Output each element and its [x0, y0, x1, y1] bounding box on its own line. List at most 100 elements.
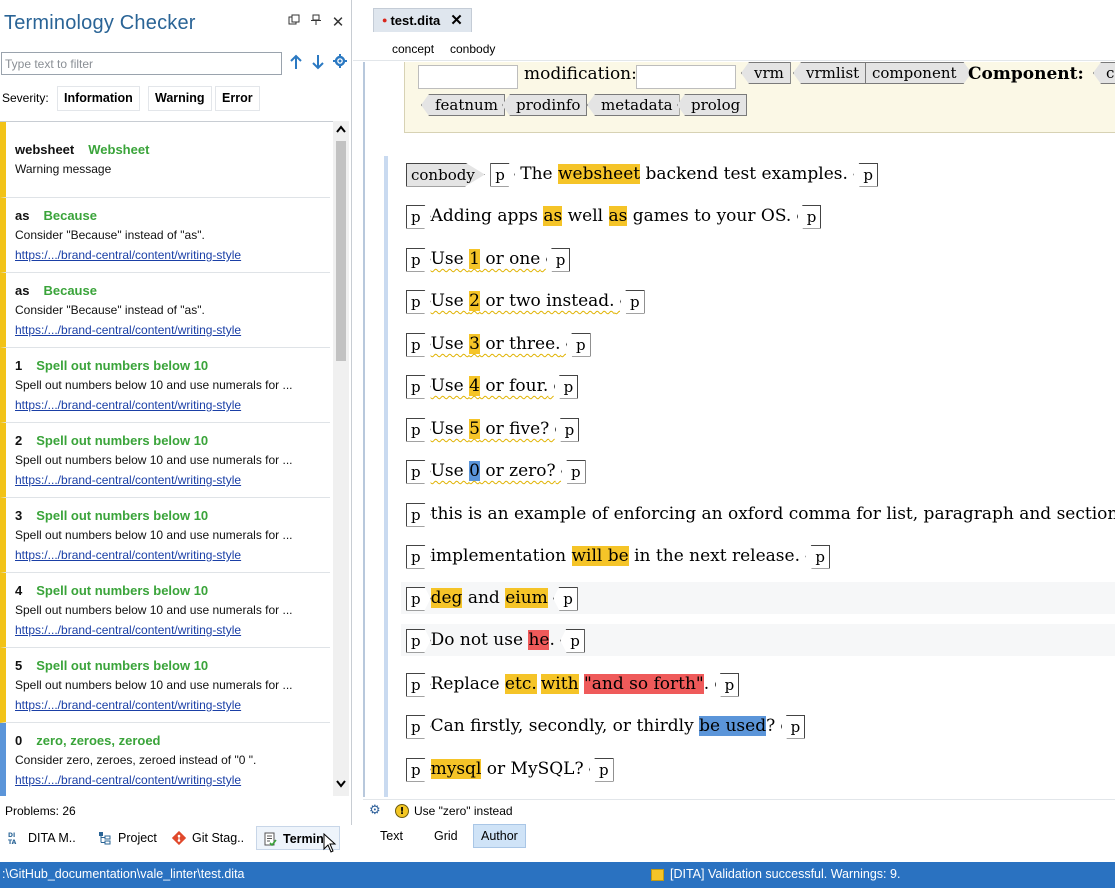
p-end-tag[interactable]: p: [565, 332, 591, 357]
tag-component-start[interactable]: component: [865, 62, 972, 84]
tag-cut-off[interactable]: cc: [1093, 62, 1115, 84]
highlight-warning[interactable]: 5: [469, 419, 480, 439]
paragraph-line[interactable]: p Replace etc. with "and so forth". p: [406, 669, 740, 699]
highlight-info-selected[interactable]: 0: [469, 461, 480, 481]
conbody-start-tag[interactable]: conbody: [406, 162, 485, 187]
editor-tab-test-dita[interactable]: ● test.dita ✕: [373, 8, 472, 32]
p-start-tag[interactable]: p: [490, 162, 515, 187]
tab-dita-maps[interactable]: DI TA DITA M..: [2, 826, 76, 850]
scroll-down-icon[interactable]: [333, 778, 349, 794]
p-start-tag[interactable]: p: [406, 628, 431, 653]
paragraph-line[interactable]: p this is an example of enforcing an oxfo…: [406, 499, 1115, 529]
author-editor[interactable]: modification: vrm vrmlist component Comp…: [363, 62, 1115, 797]
problem-item[interactable]: websheet Websheet Warning message: [0, 122, 330, 198]
p-end-tag[interactable]: p: [561, 459, 586, 484]
tag-metadata-end[interactable]: metadata: [587, 94, 680, 116]
p-start-tag[interactable]: p: [406, 544, 431, 569]
tab-git-staging[interactable]: Git Stag..: [166, 826, 244, 850]
p-end-tag[interactable]: p: [560, 628, 585, 653]
p-end-tag[interactable]: p: [714, 672, 740, 697]
modification-input[interactable]: [636, 65, 736, 89]
highlight-error[interactable]: "and so forth": [583, 674, 704, 694]
paragraph-line[interactable]: p Use 0 or zero? p: [406, 456, 586, 486]
p-end-tag[interactable]: p: [554, 417, 580, 442]
severity-information-button[interactable]: Information: [57, 86, 140, 111]
breadcrumb-conbody[interactable]: conbody: [450, 42, 495, 56]
p-end-tag[interactable]: p: [796, 204, 822, 229]
problem-link[interactable]: https:/.../brand-central/content/writing…: [15, 623, 241, 637]
validation-status[interactable]: [DITA] Validation successful. Warnings: …: [670, 867, 900, 881]
problem-link[interactable]: https:/.../brand-central/content/writing…: [15, 398, 241, 412]
problem-item[interactable]: as Because Consider "Because" instead of …: [0, 198, 330, 273]
tag-vrm-end[interactable]: vrm: [741, 62, 791, 84]
highlight-warning[interactable]: 3: [469, 334, 480, 354]
paragraph-line[interactable]: p deg and eium p: [406, 583, 578, 613]
problem-link[interactable]: https:/.../brand-central/content/writing…: [15, 323, 241, 337]
paragraph-line[interactable]: p Use 5 or five? p: [406, 414, 580, 444]
paragraph-line[interactable]: conbody p The websheet backend test exam…: [406, 159, 878, 189]
highlight-warning[interactable]: 2: [469, 291, 480, 311]
highlight-warning[interactable]: deg: [430, 588, 463, 608]
tag-featnum-end[interactable]: featnum: [421, 94, 505, 116]
highlight-warning[interactable]: websheet: [558, 164, 641, 184]
pin-icon[interactable]: [308, 14, 324, 30]
paragraph-line[interactable]: p Use 4 or four. p: [406, 371, 579, 401]
severity-warning-button[interactable]: Warning: [148, 86, 212, 111]
highlight-warning[interactable]: etc.: [504, 674, 537, 694]
highlight-warning[interactable]: 4: [469, 376, 480, 396]
problem-item[interactable]: 2 Spell out numbers below 10 Spell out nu…: [0, 423, 330, 498]
p-start-tag[interactable]: p: [406, 586, 431, 611]
paragraph-line[interactable]: p Can firstly, secondly, or thirdly be us…: [406, 711, 806, 741]
mode-tab-author[interactable]: Author: [473, 824, 526, 848]
tag-prodinfo-end[interactable]: prodinfo: [502, 94, 588, 116]
p-start-tag[interactable]: p: [406, 417, 431, 442]
highlight-warning[interactable]: will be: [571, 546, 629, 566]
filter-input[interactable]: [1, 52, 282, 75]
problem-item[interactable]: 5 Spell out numbers below 10 Spell out nu…: [0, 648, 330, 723]
highlight-warning[interactable]: as: [608, 206, 628, 226]
tab-project[interactable]: Project: [92, 826, 157, 850]
settings-gear-icon[interactable]: ⚙: [369, 803, 381, 818]
p-end-tag[interactable]: p: [553, 586, 578, 611]
problem-link[interactable]: https:/.../brand-central/content/writing…: [15, 548, 241, 562]
breadcrumb-concept[interactable]: concept: [392, 42, 434, 56]
p-start-tag[interactable]: p: [406, 247, 431, 272]
paragraph-line[interactable]: p Use 3 or three. p: [406, 329, 591, 359]
p-end-tag[interactable]: p: [619, 289, 645, 314]
problem-item[interactable]: 0 zero, zeroes, zeroed Consider zero, zer…: [0, 723, 330, 796]
highlight-warning[interactable]: with: [540, 674, 579, 694]
p-end-tag[interactable]: p: [780, 714, 806, 739]
p-start-tag[interactable]: p: [406, 672, 431, 697]
scrollbar-thumb[interactable]: [336, 141, 346, 361]
settings-gear-icon[interactable]: [331, 54, 349, 72]
previous-problem-icon[interactable]: [287, 54, 305, 72]
p-start-tag[interactable]: p: [406, 374, 431, 399]
paragraph-line[interactable]: p Do not use he. p: [406, 625, 585, 655]
next-problem-icon[interactable]: [309, 54, 327, 72]
problem-item[interactable]: as Because Consider "Because" instead of …: [0, 273, 330, 348]
restore-window-icon[interactable]: [286, 14, 302, 30]
highlight-warning[interactable]: mysql: [430, 759, 482, 779]
tag-vrmlist-end[interactable]: vrmlist: [793, 62, 867, 84]
problem-link[interactable]: https:/.../brand-central/content/writing…: [15, 248, 241, 262]
prolog-input-field[interactable]: [418, 65, 518, 89]
problem-item[interactable]: 4 Spell out numbers below 10 Spell out nu…: [0, 573, 330, 648]
p-end-tag[interactable]: p: [553, 374, 579, 399]
paragraph-line[interactable]: p mysql or MySQL? p: [406, 754, 614, 784]
p-end-tag[interactable]: p: [588, 757, 614, 782]
p-end-tag[interactable]: p: [805, 544, 831, 569]
paragraph-line[interactable]: p Adding apps as well as games to your OS…: [406, 201, 822, 231]
scroll-up-icon[interactable]: [333, 123, 349, 139]
problem-item[interactable]: 1 Spell out numbers below 10 Spell out nu…: [0, 348, 330, 423]
severity-error-button[interactable]: Error: [215, 86, 260, 111]
problem-item[interactable]: 3 Spell out numbers below 10 Spell out nu…: [0, 498, 330, 573]
problem-link[interactable]: https:/.../brand-central/content/writing…: [15, 473, 241, 487]
problem-list-scrollbar[interactable]: [333, 121, 349, 796]
highlight-error[interactable]: he: [528, 630, 550, 650]
problem-link[interactable]: https:/.../brand-central/content/writing…: [15, 698, 241, 712]
tag-prolog-end[interactable]: prolog: [677, 94, 748, 116]
paragraph-line[interactable]: p Use 2 or two instead. p: [406, 286, 645, 316]
validation-warning-icon[interactable]: [651, 869, 664, 881]
paragraph-line[interactable]: p Use 1 or one p: [406, 244, 571, 274]
p-start-tag[interactable]: p: [406, 289, 431, 314]
